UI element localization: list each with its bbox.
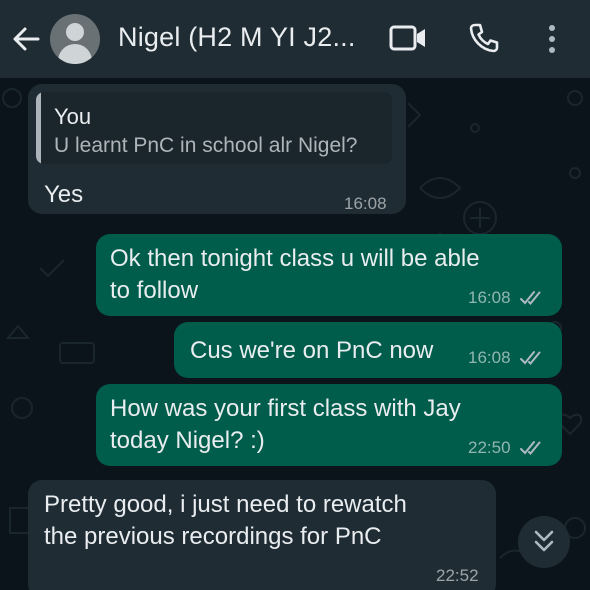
message-bubble-incoming[interactable]: Pretty good, i just need to rewatch the …	[28, 480, 496, 590]
more-options-button[interactable]	[540, 22, 564, 56]
message-text-line: Pretty good, i just need to rewatch	[44, 491, 407, 518]
contact-name[interactable]: Nigel (H2 M YI J2...	[118, 22, 356, 53]
back-arrow-icon	[13, 27, 40, 51]
read-ticks-icon	[520, 351, 541, 365]
message-text-line: the previous recordings for PnC	[44, 523, 382, 550]
read-ticks-icon	[520, 441, 541, 455]
message-time: 22:50	[468, 438, 511, 457]
message-time: 16:08	[468, 288, 511, 307]
quoted-author: You	[54, 104, 92, 129]
message-time: 22:52	[436, 566, 479, 585]
video-call-icon	[389, 25, 425, 51]
scroll-to-bottom-button[interactable]	[518, 516, 570, 568]
chat-area[interactable]: You U learnt PnC in school alr Nigel? Ye…	[0, 78, 590, 590]
message-bubble-incoming[interactable]: You U learnt PnC in school alr Nigel? Ye…	[28, 84, 406, 214]
message-text-line: Ok then tonight class u will be able	[110, 245, 480, 272]
voice-call-button[interactable]	[466, 20, 502, 56]
video-call-button[interactable]	[388, 22, 428, 54]
more-options-icon	[549, 25, 555, 53]
read-ticks-icon	[520, 291, 541, 305]
message-text: Cus we're on PnC now	[190, 337, 434, 364]
contact-avatar[interactable]	[50, 14, 100, 64]
message-bubble-outgoing[interactable]: How was your first class with Jay today …	[96, 384, 562, 466]
message-text-line: today Nigel? :)	[110, 427, 265, 454]
quoted-message[interactable]: You U learnt PnC in school alr Nigel?	[36, 92, 392, 164]
message-time: 16:08	[344, 194, 387, 213]
message-text-line: to follow	[110, 277, 199, 304]
message-time: 16:08	[468, 348, 511, 367]
quote-bar	[36, 92, 41, 164]
back-button[interactable]	[8, 21, 44, 57]
default-avatar-icon	[66, 23, 84, 41]
message-bubble-outgoing[interactable]: Cus we're on PnC now 16:08	[174, 322, 562, 378]
voice-call-icon	[469, 23, 499, 53]
message-bubble-outgoing[interactable]: Ok then tonight class u will be able to …	[96, 234, 562, 316]
message-text-line: How was your first class with Jay	[110, 395, 461, 422]
message-text: Yes	[44, 181, 84, 208]
chat-header: Nigel (H2 M YI J2...	[0, 0, 590, 78]
double-chevron-down-icon	[534, 530, 554, 552]
quoted-text: U learnt PnC in school alr Nigel?	[54, 134, 358, 157]
